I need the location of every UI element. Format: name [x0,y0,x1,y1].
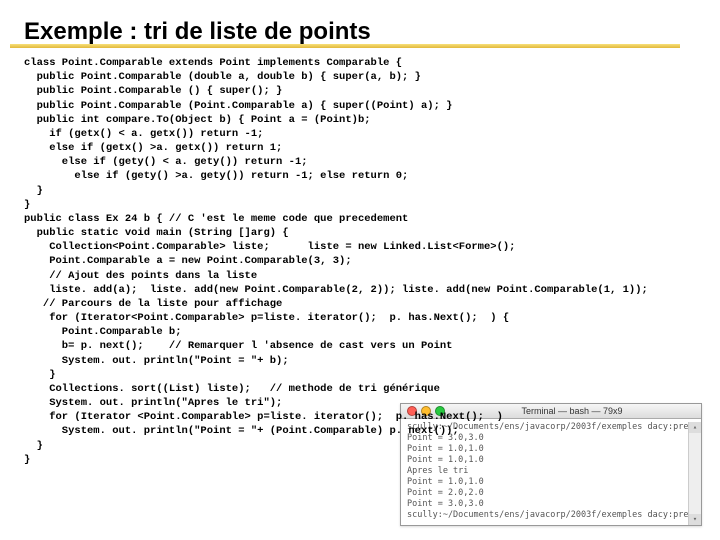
scroll-down-icon[interactable]: ▾ [689,514,701,525]
slide-title: Exemple : tri de liste de points [24,18,696,46]
code-block: class Point.Comparable extends Point imp… [24,56,696,467]
